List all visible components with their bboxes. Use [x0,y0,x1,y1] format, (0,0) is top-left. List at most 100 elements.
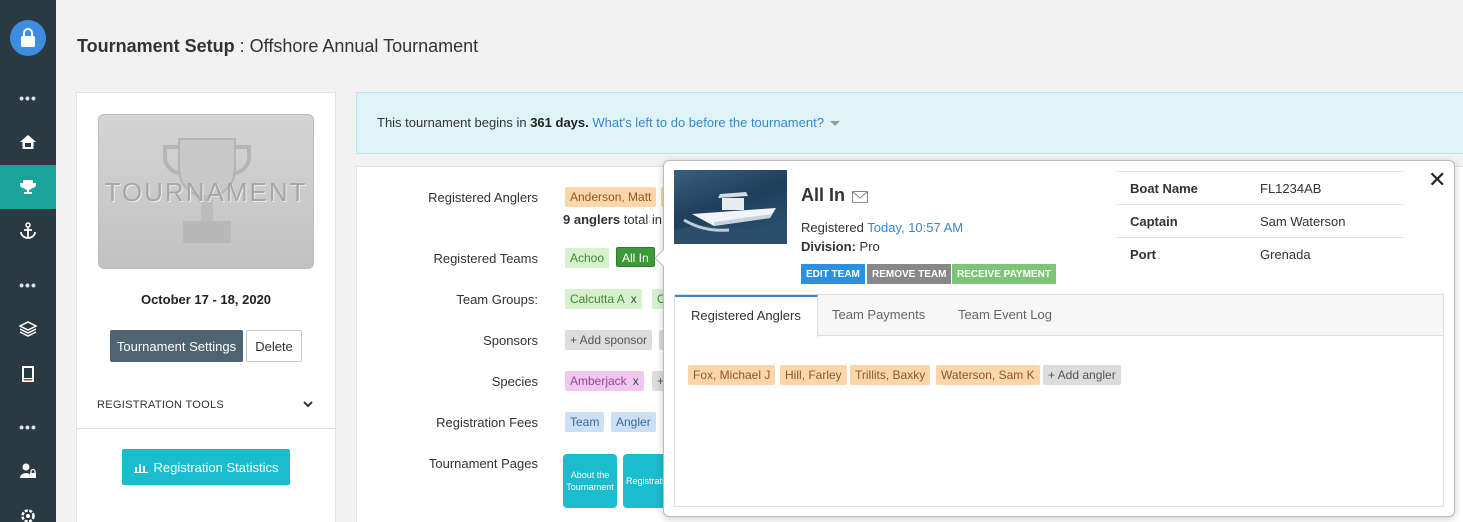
species-tag-label: Amberjack [570,374,627,388]
countdown-banner: This tournament begins in 361 days. What… [356,92,1463,154]
info-key: Port [1115,237,1245,271]
sidebar-item-book[interactable] [0,352,56,396]
remove-group-icon[interactable]: x [631,292,637,306]
tab-registered-anglers[interactable]: Registered Anglers [675,295,818,337]
gear-icon [21,509,35,522]
anchor-icon [20,222,36,239]
page-tile-about[interactable]: About the Tournament [563,454,617,508]
mail-icon[interactable] [852,191,868,203]
dots-icon: ••• [19,277,37,293]
info-value: Grenada [1245,237,1405,271]
fee-tag-angler[interactable]: Angler [611,412,656,432]
whats-left-link[interactable]: What's left to do before the tournament? [592,115,824,130]
tabs-header: Registered Anglers Team Payments Team Ev… [675,295,1443,337]
species-label: Species [491,374,538,389]
layers-icon [19,321,37,337]
group-tag[interactable]: Calcutta A x [565,289,642,309]
registered-info: Registered Today, 10:57 AM [801,220,963,235]
info-key: Captain [1115,204,1245,238]
sidebar-more-3[interactable]: ••• [0,405,56,449]
sidebar-item-boats[interactable] [0,209,56,253]
remove-team-button[interactable]: REMOVE TEAM [867,264,952,284]
edit-team-button[interactable]: EDIT TEAM [801,264,865,284]
team-tag-achoo[interactable]: Achoo [565,248,610,268]
fee-tag-team[interactable]: Team [565,412,605,432]
info-row: Captain Sam Waterson [1115,204,1405,238]
caret-down-icon[interactable] [829,121,840,127]
tournament-image[interactable]: TOURNAMENT [98,114,314,269]
angler-tag-trillits[interactable]: Trillits, Baxky [850,365,931,385]
group-tag-label: Calcutta A [570,292,625,306]
tournament-pages-label: Tournament Pages [428,456,538,471]
sidebar: ••• ••• ••• [0,0,56,522]
add-angler-button[interactable]: + Add angler [1043,365,1121,385]
anglers-count: 9 anglers [563,212,621,227]
dots-icon: ••• [19,419,37,435]
page-title-section: Tournament Setup [77,36,235,56]
team-popover: All In Registered Today, 10:57 AM Divisi… [654,160,1455,517]
tournament-dates: October 17 - 18, 2020 [140,292,272,307]
dots-icon: ••• [19,90,37,106]
info-key: Boat Name [1115,171,1245,205]
division-value: Pro [855,239,880,254]
sidebar-more-1[interactable]: ••• [0,76,56,120]
bar-chart-icon [133,464,148,473]
registration-tools-toggle[interactable]: REGISTRATION TOOLS [97,399,224,411]
sidebar-item-home[interactable] [0,120,56,164]
info-row: Port Grenada [1115,237,1405,271]
home-icon [20,135,36,149]
lock-icon [21,28,35,47]
boat-image[interactable] [674,170,787,244]
team-tabs: Registered Anglers Team Payments Team Ev… [674,294,1444,507]
divider [77,428,335,429]
tournament-settings-button[interactable]: Tournament Settings [110,330,243,362]
sponsors-label: Sponsors [483,333,538,348]
registration-fees-label: Registration Fees [436,415,538,430]
team-tag-all-in[interactable]: All In [616,247,655,267]
registration-statistics-label: Registration Statistics [153,459,279,475]
registered-label: Registered [801,220,868,235]
page-title: Tournament Setup : Offshore Annual Tourn… [77,36,478,57]
registered-anglers-label: Registered Anglers [428,190,538,205]
angler-tag-waterson[interactable]: Waterson, Sam K [936,365,1040,385]
registered-time-link[interactable]: Today, 10:57 AM [867,220,963,235]
tab-team-payments[interactable]: Team Payments [816,295,941,336]
tournament-image-text: TOURNAMENT [104,177,308,207]
sidebar-item-settings[interactable] [0,494,56,522]
team-groups-label: Team Groups: [456,292,538,307]
division-label: Division: [801,239,856,254]
receive-payment-button[interactable]: RECEIVE PAYMENT [952,264,1056,284]
app-logo[interactable] [10,20,46,56]
sidebar-item-tournaments[interactable] [0,165,56,209]
sidebar-item-users[interactable] [0,449,56,493]
add-sponsor-button[interactable]: + Add sponsor [565,330,653,350]
angler-tag-fox[interactable]: Fox, Michael J [688,365,776,385]
sidebar-item-layers[interactable] [0,307,56,351]
tab-team-event-log[interactable]: Team Event Log [942,295,1068,336]
division-info: Division: Pro [801,239,880,254]
species-tag[interactable]: Amberjack x [565,371,644,391]
angler-tag[interactable]: Anderson, Matt [565,187,657,207]
remove-species-icon[interactable]: x [633,374,639,388]
user-lock-icon [20,463,36,478]
page-title-tournament: : Offshore Annual Tournament [234,36,479,56]
trophy-icon [20,180,36,194]
banner-days: 361 days. [530,115,589,130]
book-icon [22,366,34,382]
boat-photo [674,192,787,244]
registered-teams-label: Registered Teams [433,251,538,266]
boat-info-table: Boat Name FL1234AB Captain Sam Waterson Po… [1115,171,1405,271]
team-name: All In [801,185,845,205]
anglers-total: 9 anglers total in 3 [563,212,673,227]
delete-button[interactable]: Delete [246,330,302,362]
close-icon[interactable]: ✕ [1428,169,1446,191]
sidebar-more-2[interactable]: ••• [0,263,56,307]
tournament-summary-card: TOURNAMENT October 17 - 18, 2020 Tournam… [76,92,336,522]
angler-tag-hill[interactable]: Hill, Farley [780,365,847,385]
chevron-down-icon[interactable] [301,397,315,411]
registration-statistics-button[interactable]: Registration Statistics [122,449,290,485]
banner-text: This tournament begins in [377,115,531,130]
info-value: Sam Waterson [1245,204,1405,238]
info-row: Boat Name FL1234AB [1115,171,1405,205]
info-value: FL1234AB [1245,171,1405,205]
